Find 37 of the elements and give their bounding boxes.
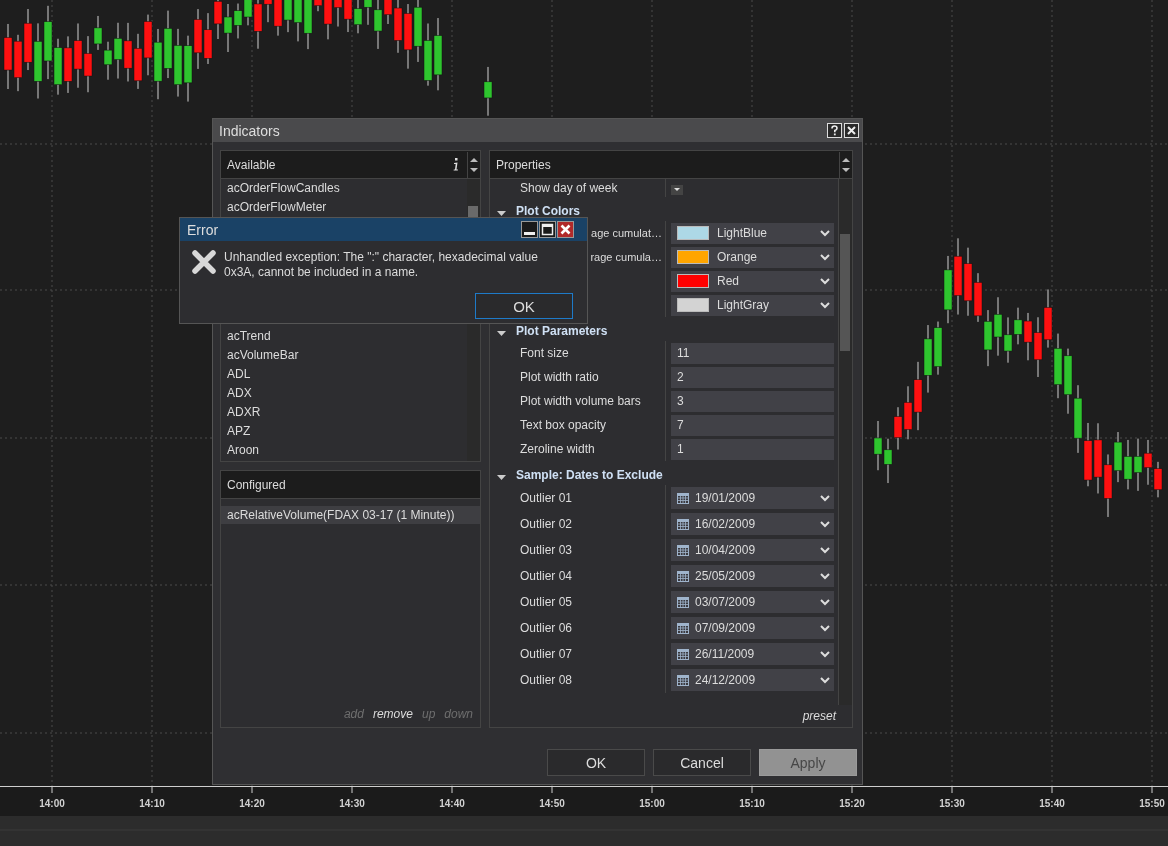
error-message: Unhandled exception: The ":" character, hexadecimal value 0x3A, cannot be included in a name.: [224, 250, 539, 280]
axis-label: 14:40: [439, 798, 465, 809]
property-label: Plot width volume bars: [520, 394, 641, 408]
axis-label: 15:00: [639, 798, 665, 809]
category-title: Plot Colors: [516, 204, 580, 218]
property-label: Outlier 06: [520, 621, 573, 635]
axis-label: 14:50: [539, 798, 565, 809]
property-label: Outlier 08: [520, 673, 573, 687]
property-label: Font size: [520, 346, 569, 360]
property-label: Plot width ratio: [520, 370, 599, 384]
panel-title: Configured: [227, 477, 286, 492]
property-label: rage cumula…: [590, 251, 662, 263]
axis-label: 15:10: [739, 798, 765, 809]
panel-title: Properties: [496, 157, 551, 172]
property-label: Outlier 01: [520, 491, 573, 505]
axis-label: 14:30: [339, 798, 365, 809]
property-label: Zeroline width: [520, 442, 595, 456]
axis-label: 14:00: [39, 798, 65, 809]
axis-label: 15:40: [1039, 798, 1065, 809]
property-label: Outlier 05: [520, 595, 573, 609]
property-label: Text box opacity: [520, 418, 607, 432]
axis-label: 15:20: [839, 798, 865, 809]
category-title: Sample: Dates to Exclude: [516, 468, 663, 482]
property-label: Outlier 04: [520, 569, 573, 583]
property-label: Outlier 02: [520, 517, 573, 531]
axis-label: 15:30: [939, 798, 965, 809]
property-label: Outlier 07: [520, 647, 573, 661]
category-title: Plot Parameters: [516, 324, 608, 338]
axis-label: 14:10: [139, 798, 165, 809]
property-label: Outlier 03: [520, 543, 573, 557]
property-label: age cumulat…: [591, 227, 662, 239]
window-title: Error: [187, 221, 220, 238]
window-title: Indicators: [219, 122, 281, 139]
axis-label: 14:20: [239, 798, 265, 809]
axis-label: 15:50: [1139, 798, 1165, 809]
panel-title: Available: [227, 157, 276, 172]
property-label: Show day of week: [520, 181, 618, 195]
